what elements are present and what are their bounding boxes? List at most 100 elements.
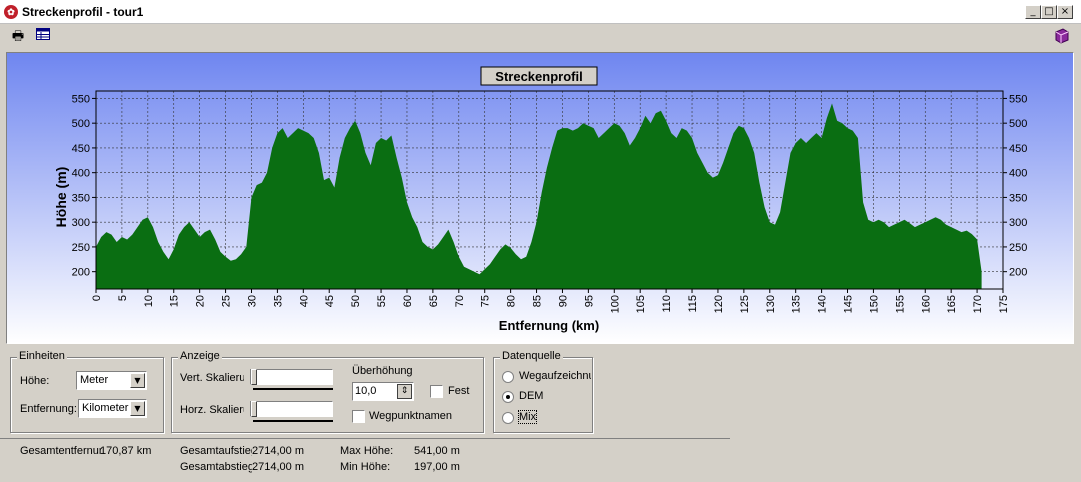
gesamtabstieg-value: 2714,00 m bbox=[252, 461, 304, 473]
x-tick-label: 145 bbox=[843, 295, 855, 313]
gesamtentfernung-value: 170,87 km bbox=[100, 445, 152, 457]
y-tick-label-left: 350 bbox=[72, 192, 90, 204]
y-tick-label-left: 250 bbox=[72, 242, 90, 254]
x-tick-label: 110 bbox=[661, 295, 673, 313]
max-hoehe-label: Max Höhe: bbox=[340, 445, 394, 457]
y-tick-label-right: 300 bbox=[1009, 217, 1027, 229]
y-tick-label-right: 400 bbox=[1009, 168, 1027, 180]
horz-skalierung-label: Horz. Skalierung bbox=[180, 404, 244, 416]
fest-label: Fest bbox=[448, 385, 470, 397]
y-tick-label-left: 500 bbox=[72, 118, 90, 130]
gesamtaufstieg-label: Gesamtaufstieg bbox=[180, 445, 252, 457]
y-tick-label-right: 250 bbox=[1009, 242, 1027, 254]
chevron-down-icon[interactable]: ▼ bbox=[130, 373, 145, 388]
einheiten-title: Einheiten bbox=[17, 350, 67, 362]
print-icon[interactable]: 🖶 bbox=[9, 28, 27, 46]
window-title: Streckenprofil - tour1 bbox=[22, 5, 144, 19]
x-tick-label: 65 bbox=[428, 295, 440, 307]
app-icon: ✿ bbox=[4, 5, 18, 19]
x-tick-label: 40 bbox=[298, 295, 310, 307]
vert-skalierung-slider[interactable] bbox=[250, 369, 333, 385]
y-tick-label-right: 550 bbox=[1009, 93, 1027, 105]
chart-svg: Streckenprofil 200 200250 250300 300350 3504… bbox=[7, 53, 1073, 343]
gesamtentfernung-label: Gesamtentfernung bbox=[20, 445, 102, 457]
datenquelle-title: Datenquelle bbox=[500, 350, 563, 362]
y-tick-label-left: 400 bbox=[72, 168, 90, 180]
x-tick-label: 155 bbox=[894, 295, 906, 313]
x-tick-label: 140 bbox=[817, 295, 829, 313]
hoehe-select[interactable]: Meter ▼ bbox=[76, 371, 147, 390]
gesamtabstieg-label: Gesamtabstieg bbox=[180, 461, 252, 473]
radio-mix[interactable] bbox=[502, 412, 514, 424]
ueberhoehung-input[interactable]: 10,0 ⇕ bbox=[352, 382, 414, 401]
wegpunktnamen-checkbox[interactable] bbox=[352, 410, 365, 423]
x-tick-label: 85 bbox=[532, 295, 544, 307]
x-tick-label: 45 bbox=[324, 295, 336, 307]
horz-slider-thumb[interactable] bbox=[251, 401, 257, 417]
horz-slider-baseline bbox=[253, 420, 333, 422]
fest-checkbox[interactable] bbox=[430, 385, 443, 398]
x-tick-label: 100 bbox=[609, 295, 621, 313]
dem-label: DEM bbox=[519, 390, 544, 402]
ueberhoehung-label: Überhöhung bbox=[352, 365, 413, 377]
radio-wegaufzeichnung[interactable] bbox=[502, 371, 514, 383]
y-tick-label-left: 200 bbox=[72, 267, 90, 279]
x-tick-label: 135 bbox=[791, 295, 803, 313]
x-tick-label: 120 bbox=[713, 295, 725, 313]
horz-skalierung-slider[interactable] bbox=[250, 401, 333, 417]
x-tick-label: 170 bbox=[972, 295, 984, 313]
maximize-button[interactable]: □ bbox=[1041, 5, 1057, 19]
x-tick-label: 60 bbox=[402, 295, 414, 307]
min-hoehe-value: 197,00 m bbox=[414, 461, 460, 473]
status-divider bbox=[0, 438, 730, 439]
y-tick-label-right: 500 bbox=[1009, 118, 1027, 130]
gesamtaufstieg-value: 2714,00 m bbox=[252, 445, 304, 457]
min-hoehe-label: Min Höhe: bbox=[340, 461, 391, 473]
einheiten-group: Einheiten bbox=[10, 350, 164, 433]
book-icon-glyph bbox=[1055, 28, 1069, 44]
x-tick-label: 90 bbox=[557, 295, 569, 307]
x-tick-label: 10 bbox=[143, 295, 155, 307]
x-tick-label: 105 bbox=[635, 295, 647, 313]
entfernung-select-value: Kilometer bbox=[82, 402, 129, 414]
x-tick-label: 175 bbox=[998, 295, 1010, 313]
toolbar: 🖶 bbox=[0, 24, 1081, 50]
spinner-icon[interactable]: ⇕ bbox=[397, 384, 412, 399]
y-tick-label-right: 200 bbox=[1009, 267, 1027, 279]
y-tick-label-left: 450 bbox=[72, 143, 90, 155]
hoehe-select-value: Meter bbox=[80, 374, 109, 386]
x-tick-label: 35 bbox=[272, 295, 284, 307]
vert-skalierung-label: Vert. Skalierung bbox=[180, 372, 244, 384]
y-tick-label-left: 300 bbox=[72, 217, 90, 229]
vert-slider-baseline bbox=[253, 388, 333, 390]
wegaufzeichnung-label: Wegaufzeichnung bbox=[519, 370, 591, 382]
x-tick-label: 95 bbox=[583, 295, 595, 307]
radio-dem[interactable] bbox=[502, 391, 514, 403]
mix-label: Mix bbox=[517, 410, 538, 424]
x-tick-label: 50 bbox=[350, 295, 362, 307]
x-tick-label: 165 bbox=[946, 295, 958, 313]
title-bar: ✿ Streckenprofil - tour1 _ □ × bbox=[0, 0, 1081, 24]
x-tick-label: 80 bbox=[506, 295, 518, 307]
x-tick-label: 25 bbox=[221, 295, 233, 307]
vert-slider-thumb[interactable] bbox=[251, 369, 257, 385]
hoehe-label: Höhe: bbox=[20, 375, 50, 387]
x-tick-label: 150 bbox=[868, 295, 880, 313]
book-icon[interactable] bbox=[1053, 28, 1071, 46]
y-tick-label-right: 350 bbox=[1009, 192, 1027, 204]
x-tick-label: 130 bbox=[765, 295, 777, 313]
x-tick-label: 15 bbox=[169, 295, 181, 307]
max-hoehe-value: 541,00 m bbox=[414, 445, 460, 457]
table-icon-glyph bbox=[36, 28, 50, 40]
x-tick-label: 55 bbox=[376, 295, 388, 307]
minimize-button[interactable]: _ bbox=[1025, 5, 1041, 19]
x-tick-label: 75 bbox=[480, 295, 492, 307]
y-tick-label-left: 550 bbox=[72, 93, 90, 105]
entfernung-select[interactable]: Kilometer ▼ bbox=[78, 399, 147, 418]
anzeige-title: Anzeige bbox=[178, 350, 222, 362]
x-tick-label: 0 bbox=[91, 295, 103, 301]
table-icon[interactable] bbox=[34, 28, 52, 46]
close-button[interactable]: × bbox=[1057, 5, 1073, 19]
wegpunktnamen-label: Wegpunktnamen bbox=[369, 410, 452, 422]
chevron-down-icon[interactable]: ▼ bbox=[130, 401, 145, 416]
